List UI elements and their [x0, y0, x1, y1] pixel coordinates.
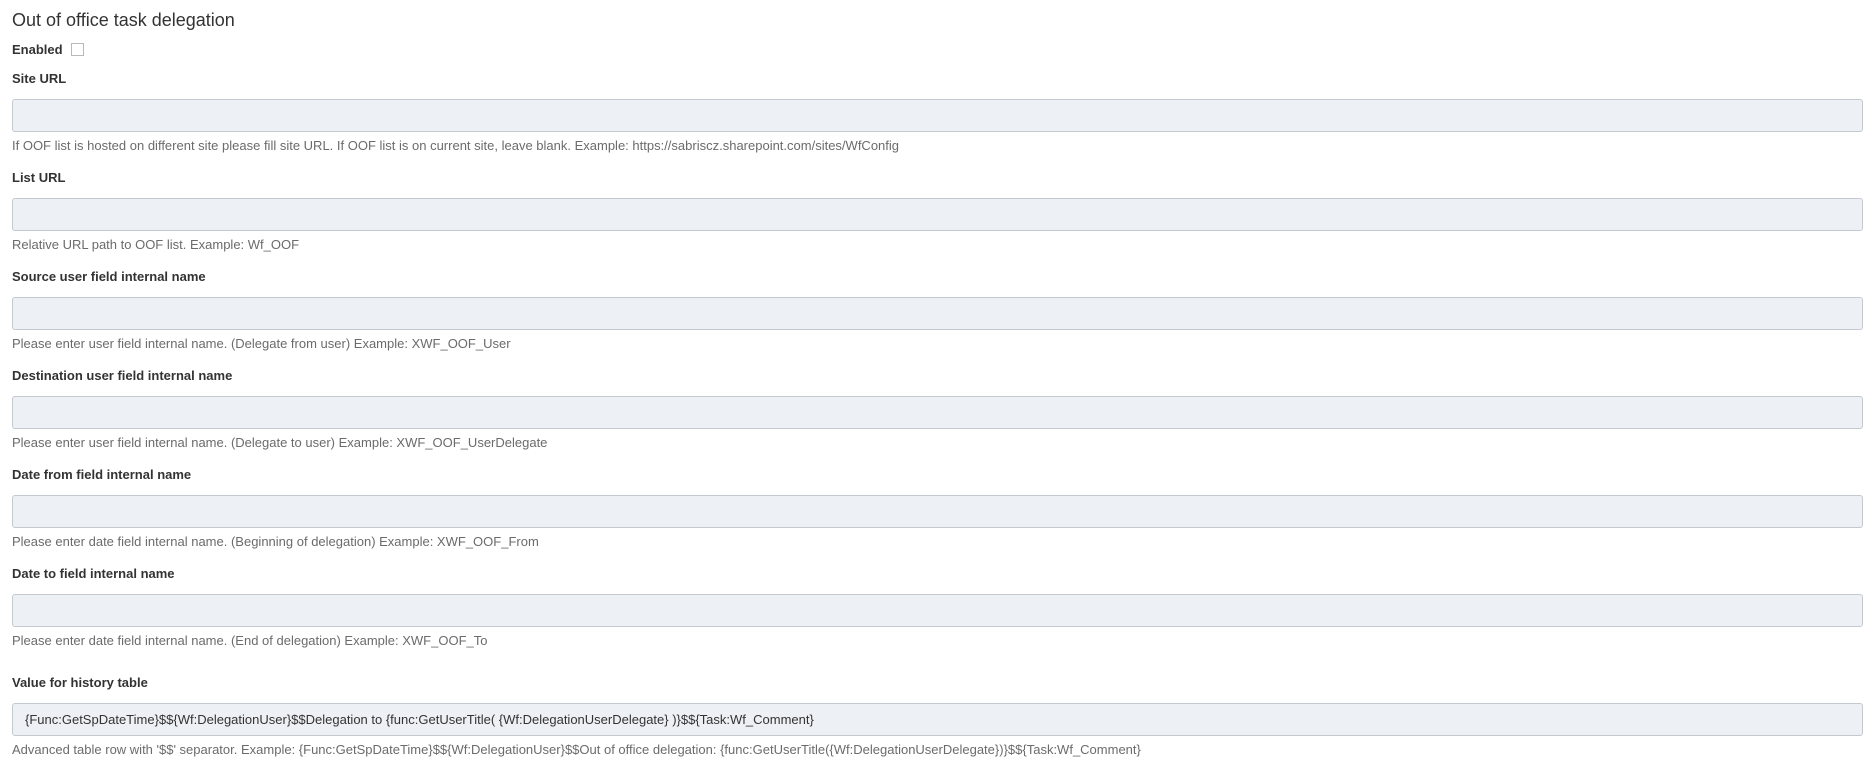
- list-url-label: List URL: [12, 170, 66, 185]
- source-user-label: Source user field internal name: [12, 269, 206, 284]
- list-url-input[interactable]: [12, 198, 1863, 231]
- list-url-help: Relative URL path to OOF list. Example: …: [12, 237, 300, 252]
- enabled-label: Enabled: [12, 41, 63, 57]
- list-url-field: List URL Relative URL path to OOF list. …: [12, 169, 1863, 254]
- site-url-input[interactable]: [12, 99, 1863, 132]
- source-user-field: Source user field internal name Please e…: [12, 268, 1863, 353]
- date-to-help: Please enter date field internal name. (…: [12, 633, 488, 648]
- date-to-label: Date to field internal name: [12, 566, 175, 581]
- date-to-input[interactable]: [12, 594, 1863, 627]
- enabled-row: Enabled: [12, 40, 1859, 58]
- date-from-label: Date from field internal name: [12, 467, 192, 482]
- oof-delegation-form: Out of office task delegation Enabled Si…: [0, 0, 1871, 782]
- site-url-label: Site URL: [12, 71, 67, 86]
- source-user-help: Please enter user field internal name. (…: [12, 336, 511, 351]
- date-from-input[interactable]: [12, 495, 1863, 528]
- enabled-checkbox[interactable]: [70, 42, 84, 56]
- date-from-field: Date from field internal name Please ent…: [12, 466, 1863, 551]
- site-url-field: Site URL If OOF list is hosted on differ…: [12, 70, 1863, 155]
- destination-user-help: Please enter user field internal name. (…: [12, 435, 548, 450]
- history-value-help: Advanced table row with '$$' separator. …: [12, 742, 1141, 757]
- history-value-input[interactable]: [12, 703, 1863, 736]
- page-title: Out of office task delegation: [12, 10, 235, 30]
- destination-user-field: Destination user field internal name Ple…: [12, 367, 1863, 452]
- destination-user-input[interactable]: [12, 396, 1863, 429]
- date-from-help: Please enter date field internal name. (…: [12, 534, 539, 549]
- source-user-input[interactable]: [12, 297, 1863, 330]
- site-url-help: If OOF list is hosted on different site …: [12, 138, 900, 153]
- history-value-field: Value for history table Advanced table r…: [12, 674, 1863, 759]
- history-value-label: Value for history table: [12, 675, 148, 690]
- date-to-field: Date to field internal name Please enter…: [12, 565, 1863, 650]
- destination-user-label: Destination user field internal name: [12, 368, 233, 383]
